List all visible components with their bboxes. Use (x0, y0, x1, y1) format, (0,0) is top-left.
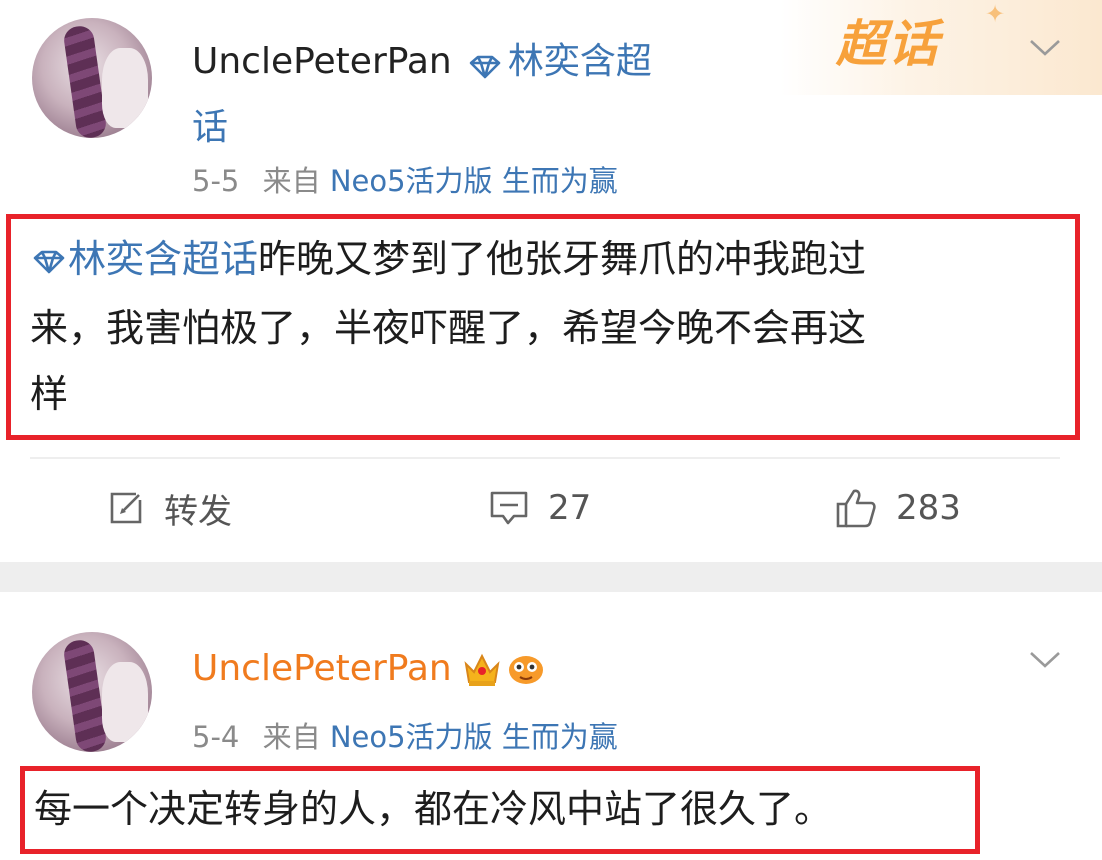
comment-button[interactable]: 27 (488, 483, 591, 533)
chevron-down-icon[interactable] (1028, 38, 1062, 58)
post-date: 5-5 (192, 164, 240, 198)
avatar[interactable] (32, 18, 152, 138)
crown-badge-icon[interactable] (462, 650, 502, 688)
divider (30, 457, 1060, 459)
like-button[interactable]: 283 (834, 483, 961, 533)
post-line: 昨晚又梦到了他张牙舞爪的冲我跑过 (258, 237, 867, 281)
post-date: 5-4 (192, 720, 240, 754)
topic-tag[interactable]: 林奕含超话 (68, 237, 258, 281)
comment-count: 27 (548, 488, 592, 528)
from-label: 来自 (262, 720, 321, 754)
chevron-down-icon[interactable] (1028, 650, 1062, 670)
diamond-icon (467, 54, 503, 84)
repost-button[interactable]: 转发 (106, 483, 232, 533)
post-meta: 5-5 来自 Neo5活力版 生而为赢 (192, 158, 618, 200)
fish-badge-icon[interactable] (506, 650, 546, 688)
device-source[interactable]: Neo5活力版 生而为赢 (330, 164, 618, 198)
device-source[interactable]: Neo5活力版 生而为赢 (330, 720, 618, 754)
username[interactable]: UnclePeterPan (192, 648, 452, 689)
post-header: UnclePeterPan (192, 648, 546, 689)
thumbs-up-icon (836, 489, 876, 528)
post-text: 每一个决定转身的人，都在冷风中站了很久了。 (34, 787, 833, 831)
topic-link[interactable]: 林奕含超 (508, 41, 652, 82)
post-header: UnclePeterPan 林奕含超 (192, 32, 652, 84)
post-text: 林奕含超话昨晚又梦到了他张牙舞爪的冲我跑过 来，我害怕极了，半夜吓醒了，希望今晚… (30, 226, 1070, 427)
chaohua-logo: 超话 (836, 15, 940, 73)
post-line: 样 (30, 371, 69, 416)
avatar[interactable] (32, 632, 152, 752)
post-separator (0, 562, 1102, 592)
sparkle-icon: ✦ (985, 0, 1006, 28)
from-label: 来自 (262, 164, 321, 198)
username[interactable]: UnclePeterPan (192, 41, 452, 82)
like-count: 283 (896, 488, 961, 528)
topic-link-wrap[interactable]: 话 (192, 98, 228, 150)
post-meta: 5-4 来自 Neo5活力版 生而为赢 (192, 714, 618, 756)
edit-repost-icon (110, 492, 142, 524)
repost-label: 转发 (164, 491, 232, 532)
diamond-icon (30, 229, 68, 295)
comment-icon (490, 491, 528, 525)
post-line: 来，我害怕极了，半夜吓醒了，希望今晚不会再这 (30, 305, 867, 350)
